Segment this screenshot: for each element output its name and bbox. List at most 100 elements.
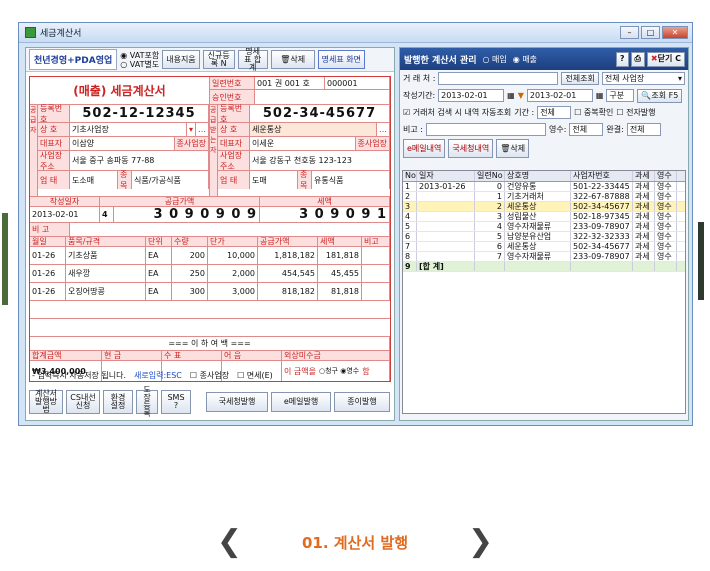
note-input[interactable]: [70, 223, 390, 236]
item-qty[interactable]: 200: [172, 247, 208, 264]
close-panel-button[interactable]: ✖ 닫기 C: [646, 51, 685, 67]
grid-row[interactable]: 3 2 세운통상 502-34-45677 과세 영수: [403, 202, 685, 212]
item-name[interactable]: 새우깡: [66, 265, 146, 282]
site-select[interactable]: 전체 사업장 ▾: [601, 72, 685, 85]
item-note[interactable]: [362, 283, 390, 300]
stamp-button[interactable]: 도장 등록: [136, 386, 158, 418]
grid-col-header[interactable]: 상호명: [505, 171, 571, 181]
approval-value[interactable]: [255, 90, 390, 104]
receipt-radio[interactable]: ○청구 ◉영수: [319, 366, 359, 376]
sales-radio[interactable]: ◉ 매출: [513, 54, 537, 65]
radio-icon[interactable]: ◉: [120, 51, 127, 60]
new-register-button[interactable]: 신규등록 N: [202, 50, 235, 69]
grid-row[interactable]: 5 4 영수자재물류 233-09-78907 과세 영수: [403, 222, 685, 232]
item-price[interactable]: 2,000: [208, 265, 258, 282]
item-supply[interactable]: 1,818,182: [258, 247, 318, 264]
calendar-icon[interactable]: ▦: [596, 91, 604, 100]
grid-row[interactable]: 9 [합 계]: [403, 262, 685, 272]
write-date[interactable]: 2013-02-01: [30, 207, 100, 222]
item-price[interactable]: 10,000: [208, 247, 258, 264]
item-row[interactable]: 01-26 기초상품 EA 200 10,000 1,818,182 181,818: [30, 247, 390, 265]
supplier-biz[interactable]: 도소매: [70, 171, 118, 189]
cs-request-button[interactable]: CS내선 신청: [66, 390, 100, 414]
chevron-down-icon[interactable]: ▾: [187, 123, 196, 136]
item-row[interactable]: 01-26 오징어땅콩 EA 300 3,000 818,182 81,818: [30, 283, 390, 301]
statement-screen-button[interactable]: 명세표 화면: [317, 50, 366, 69]
paper-issue-button[interactable]: 종이발행: [334, 392, 390, 412]
grid-row[interactable]: 6 5 남양분유산업 322-32-32333 과세 영수: [403, 232, 685, 242]
settings-button[interactable]: 환경 설정: [103, 390, 133, 414]
lookup-button[interactable]: …: [196, 123, 209, 136]
auto-query-checkbox[interactable]: ☑ 거래처 검색 시 내역 자동조회: [403, 107, 511, 118]
grid-col-header[interactable]: No: [403, 171, 417, 181]
grid-col-header[interactable]: 일자: [417, 171, 475, 181]
right-note-input[interactable]: [425, 123, 546, 136]
date-from-input[interactable]: 2013-02-01: [438, 89, 505, 102]
item-tax[interactable]: 45,455: [318, 265, 362, 282]
grid-col-header[interactable]: 과세: [633, 171, 655, 181]
client-input[interactable]: [438, 72, 559, 85]
item-tax[interactable]: 81,818: [318, 283, 362, 300]
item-date[interactable]: 01-26: [30, 283, 66, 300]
grid-col-header[interactable]: 영수: [655, 171, 677, 181]
date-to-input[interactable]: 2013-02-01: [526, 89, 593, 102]
empty-item-row[interactable]: [30, 301, 390, 319]
subbiz-checkbox[interactable]: ☐ 종사업장: [190, 370, 229, 381]
grid-col-header[interactable]: 일련No: [475, 171, 505, 181]
supplier-ceo[interactable]: 이삼양: [70, 137, 175, 150]
serial-value[interactable]: 000001: [325, 77, 390, 89]
supplier-type[interactable]: 식품/가공식품: [132, 171, 209, 189]
nts-issue-button[interactable]: 국세청발행: [206, 392, 268, 412]
item-note[interactable]: [362, 265, 390, 282]
buyer-name[interactable]: 세운통상: [250, 123, 377, 136]
grid-row[interactable]: 1 2013-01-26 0 건양유통 501-22-33445 과세 영수: [403, 182, 685, 192]
period-select[interactable]: 구분: [606, 89, 635, 102]
sms-checkbox[interactable]: SMS ?: [161, 390, 191, 414]
issue-method-button[interactable]: 계산서 발행방법: [29, 390, 63, 414]
grid-row[interactable]: 4 3 성림물산 502-18-97345 과세 영수: [403, 212, 685, 222]
item-supply[interactable]: 454,545: [258, 265, 318, 282]
term-select[interactable]: 전체: [537, 106, 572, 119]
radio-icon[interactable]: ○: [120, 60, 127, 69]
grid-col-header[interactable]: 사업자번호: [571, 171, 633, 181]
chevron-left-icon[interactable]: ❮: [217, 527, 242, 557]
calendar-icon[interactable]: ▦: [507, 91, 515, 100]
item-name[interactable]: 기초상품: [66, 247, 146, 264]
grid-row[interactable]: 2 1 기초거래처 322-67-87888 과세 영수: [403, 192, 685, 202]
delete-button[interactable]: 🗑 삭제: [270, 50, 315, 69]
receipt-filter-select[interactable]: 전체: [569, 123, 604, 136]
chevron-right-icon[interactable]: ❯: [468, 527, 493, 557]
close-window-button[interactable]: ✕: [662, 26, 688, 39]
item-price[interactable]: 3,000: [208, 283, 258, 300]
print-icon[interactable]: ⎙: [630, 51, 645, 67]
empty-item-row[interactable]: [30, 319, 390, 337]
lookup-button[interactable]: …: [377, 123, 390, 136]
item-qty[interactable]: 300: [172, 283, 208, 300]
grid-row[interactable]: 8 7 영수자재물류 233-09-78907 과세 영수: [403, 252, 685, 262]
item-supply[interactable]: 818,182: [258, 283, 318, 300]
right-delete-button[interactable]: 🗑 삭제: [496, 139, 530, 158]
clear-content-button[interactable]: 내용지움: [162, 50, 200, 69]
item-tax[interactable]: 181,818: [318, 247, 362, 264]
buyer-biz[interactable]: 도매: [250, 171, 298, 189]
item-unit[interactable]: EA: [146, 265, 172, 282]
help-icon[interactable]: ?: [615, 51, 629, 67]
vat-radio-group[interactable]: ◉ VAT포함 ○ VAT별도: [120, 51, 159, 69]
item-date[interactable]: 01-26: [30, 265, 66, 282]
buyer-ceo[interactable]: 이세운: [250, 137, 356, 150]
view-all-button[interactable]: 전체조회: [561, 72, 599, 85]
item-qty[interactable]: 250: [172, 265, 208, 282]
dup-checkbox[interactable]: ☐ 중복확인: [574, 107, 613, 118]
maximize-button[interactable]: □: [641, 26, 660, 39]
supplier-name[interactable]: 기초사업장: [70, 123, 187, 136]
buyer-type[interactable]: 유통식품: [312, 171, 390, 189]
done-filter-select[interactable]: 전체: [626, 123, 661, 136]
supplier-addr[interactable]: 서울 중구 송파동 77-88: [70, 151, 209, 170]
item-unit[interactable]: EA: [146, 283, 172, 300]
query-button[interactable]: 🔍 조회 F5: [637, 88, 683, 103]
buyer-addr[interactable]: 서울 강동구 천호동 123-123: [250, 151, 390, 170]
item-row[interactable]: 01-26 새우깡 EA 250 2,000 454,545 45,455: [30, 265, 390, 283]
email-issue-button[interactable]: e메일발행: [271, 392, 331, 412]
supplier-reg-no[interactable]: 502-12-12345: [70, 105, 209, 122]
item-date[interactable]: 01-26: [30, 247, 66, 264]
